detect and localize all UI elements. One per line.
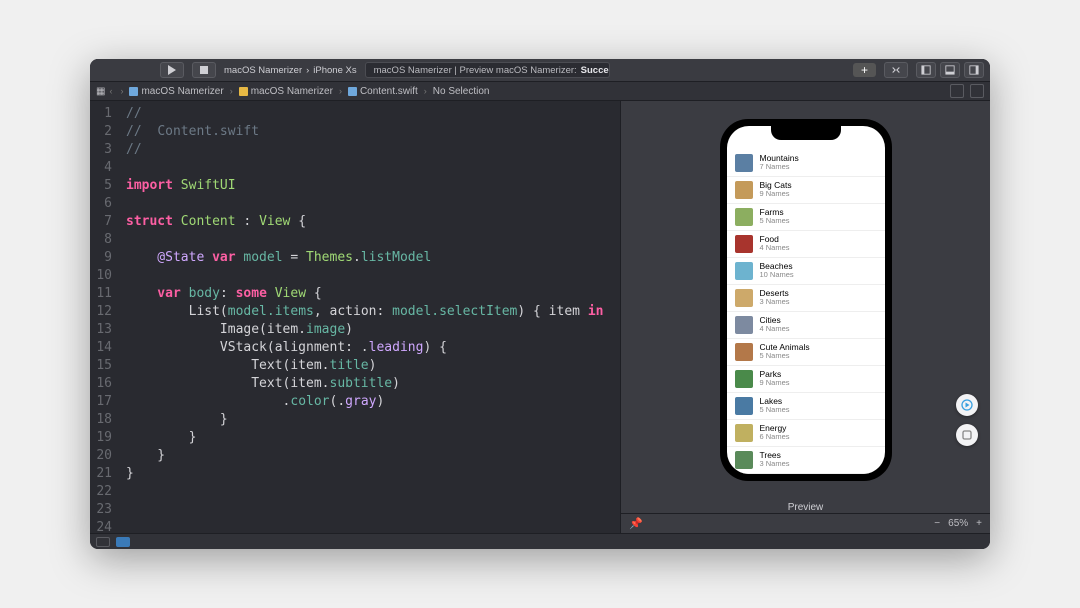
canvas-body[interactable]: Mountains7 NamesBig Cats9 NamesFarms5 Na… (621, 101, 990, 498)
iphone-screen: Mountains7 NamesBig Cats9 NamesFarms5 Na… (727, 126, 885, 474)
thumbnail (735, 370, 753, 388)
preview-list: Mountains7 NamesBig Cats9 NamesFarms5 Na… (727, 126, 885, 474)
thumbnail (735, 451, 753, 469)
list-item[interactable]: Energy6 Names (727, 420, 885, 447)
thumbnail (735, 343, 753, 361)
row-subtitle: 3 Names (760, 298, 790, 306)
list-item[interactable]: Trees3 Names (727, 447, 885, 474)
row-subtitle: 6 Names (760, 433, 790, 441)
jump-project[interactable]: macOS Namerizer (129, 86, 223, 97)
row-subtitle: 9 Names (760, 190, 792, 198)
zoom-out-button[interactable]: − (934, 518, 940, 529)
source-editor[interactable]: 1234567891011121314151617181920212223242… (90, 101, 620, 533)
list-item[interactable]: Lakes5 Names (727, 393, 885, 420)
zoom-level[interactable]: 65% (948, 518, 968, 529)
code-review-button[interactable] (884, 62, 908, 78)
list-item[interactable]: Food4 Names (727, 231, 885, 258)
scheme-target: macOS Namerizer (224, 65, 302, 76)
thumbnail (735, 289, 753, 307)
list-item[interactable]: Beaches10 Names (727, 258, 885, 285)
run-button[interactable] (160, 62, 184, 78)
row-subtitle: 9 Names (760, 379, 790, 387)
thumbnail (735, 181, 753, 199)
preview-canvas: Mountains7 NamesBig Cats9 NamesFarms5 Na… (620, 101, 990, 533)
thumbnail (735, 208, 753, 226)
stop-button[interactable] (192, 62, 216, 78)
jump-group[interactable]: macOS Namerizer (239, 86, 333, 97)
editor-layout-button[interactable] (950, 84, 964, 98)
jump-bar: ▦ ‹ › macOS Namerizer › macOS Namerizer … (90, 81, 990, 101)
zoom-in-button[interactable]: + (976, 518, 982, 529)
chevron-icon: › (228, 86, 235, 96)
project-icon (129, 87, 138, 96)
swift-file-icon (348, 87, 357, 96)
forward-button[interactable]: › (118, 86, 125, 96)
footer-button-1[interactable] (96, 537, 110, 547)
row-subtitle: 4 Names (760, 244, 790, 252)
row-subtitle: 5 Names (760, 406, 790, 414)
library-add-button[interactable]: + (853, 63, 876, 77)
scheme-device: iPhone Xs (313, 65, 356, 76)
thumbnail (735, 262, 753, 280)
xcode-window: macOS Namerizer › iPhone Xs macOS Nameri… (90, 59, 990, 549)
row-subtitle: 3 Names (760, 460, 790, 468)
list-item[interactable]: Farms5 Names (727, 204, 885, 231)
folder-icon (239, 87, 248, 96)
list-item[interactable]: Big Cats9 Names (727, 177, 885, 204)
line-gutter: 1234567891011121314151617181920212223242… (90, 101, 118, 533)
list-item[interactable]: Mountains7 Names (727, 150, 885, 177)
thumbnail (735, 235, 753, 253)
scheme-selector[interactable]: macOS Namerizer › iPhone Xs (224, 65, 357, 76)
list-item[interactable]: Cities4 Names (727, 312, 885, 339)
iphone-frame: Mountains7 NamesBig Cats9 NamesFarms5 Na… (720, 119, 892, 481)
row-subtitle: 5 Names (760, 217, 790, 225)
editor-footer (90, 533, 990, 549)
inspect-preview-button[interactable] (956, 424, 978, 446)
content-area: 1234567891011121314151617181920212223242… (90, 101, 990, 533)
related-items-icon[interactable]: ▦ (96, 86, 103, 97)
notch (771, 126, 841, 140)
toolbar: macOS Namerizer › iPhone Xs macOS Nameri… (90, 59, 990, 81)
back-button[interactable]: ‹ (107, 86, 114, 96)
row-subtitle: 4 Names (760, 325, 790, 333)
thumbnail (735, 397, 753, 415)
jump-file[interactable]: Content.swift (348, 86, 418, 97)
status-result: Succeeded (581, 65, 610, 76)
activity-status: macOS Namerizer | Preview macOS Namerize… (365, 62, 610, 78)
thumbnail (735, 424, 753, 442)
toggle-inspector-button[interactable] (964, 62, 984, 78)
row-subtitle: 10 Names (760, 271, 794, 279)
live-preview-button[interactable] (956, 394, 978, 416)
canvas-footer: 📌 − 65% + (621, 513, 990, 533)
toggle-debug-button[interactable] (940, 62, 960, 78)
chevron-right-icon: › (306, 65, 309, 76)
chevron-icon: › (337, 86, 344, 96)
editor-options-button[interactable] (970, 84, 984, 98)
chevron-icon: › (422, 86, 429, 96)
thumbnail (735, 316, 753, 334)
preview-label: Preview (621, 498, 990, 513)
status-text: macOS Namerizer | Preview macOS Namerize… (374, 65, 577, 76)
list-item[interactable]: Cute Animals5 Names (727, 339, 885, 366)
pin-preview-button[interactable]: 📌 (629, 517, 643, 530)
jump-selection[interactable]: No Selection (433, 86, 490, 97)
footer-button-2[interactable] (116, 537, 130, 547)
code-text[interactable]: // // Content.swift // import SwiftUI st… (118, 101, 611, 533)
row-subtitle: 5 Names (760, 352, 810, 360)
row-subtitle: 7 Names (760, 163, 799, 171)
list-item[interactable]: Deserts3 Names (727, 285, 885, 312)
toggle-navigator-button[interactable] (916, 62, 936, 78)
thumbnail (735, 154, 753, 172)
list-item[interactable]: Parks9 Names (727, 366, 885, 393)
